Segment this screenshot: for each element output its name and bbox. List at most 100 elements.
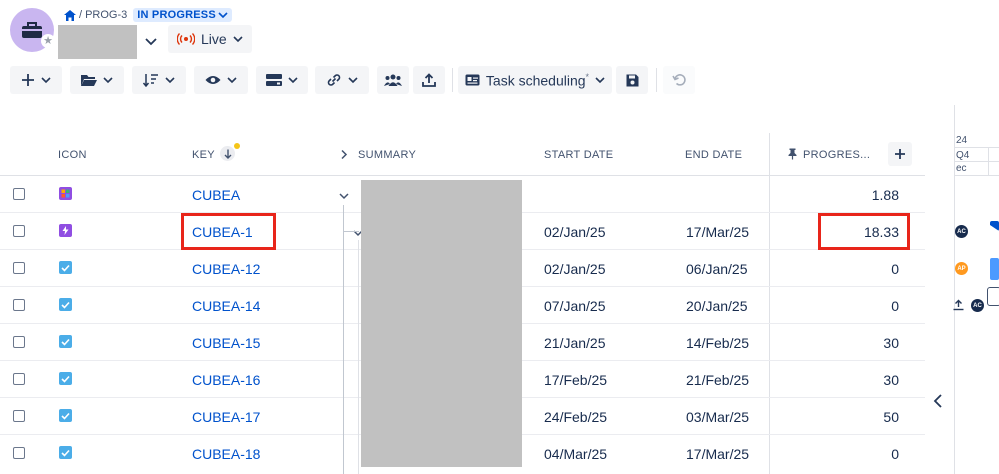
team-button[interactable]: [377, 66, 409, 94]
sort-button[interactable]: [132, 66, 186, 94]
task-type-icon: [59, 446, 72, 459]
end-date-cell: 17/Mar/25: [686, 446, 750, 462]
breadcrumb: / PROG-3 IN PROGRESS: [64, 8, 232, 22]
start-date-cell: 21/Jan/25: [544, 335, 606, 351]
briefcase-icon: [22, 22, 42, 38]
column-header-end-date[interactable]: END DATE: [685, 149, 742, 161]
undo-button[interactable]: [663, 66, 695, 94]
view-selector[interactable]: Task scheduling*: [458, 66, 612, 94]
table-header: ICON KEY SUMMARY START DATE END DATE PRO…: [0, 133, 925, 176]
view-card-icon: [465, 74, 480, 86]
chevron-left-icon[interactable]: [931, 392, 945, 410]
chevron-down-icon: [41, 77, 51, 84]
column-header-icon[interactable]: ICON: [58, 149, 87, 161]
link-button[interactable]: [315, 66, 369, 94]
gantt-grid-line: [955, 147, 999, 148]
home-icon[interactable]: [64, 9, 76, 21]
progress-cell: 30: [883, 372, 899, 388]
progress-cell: 0: [891, 261, 899, 277]
row-checkbox[interactable]: [13, 447, 25, 459]
task-type-icon: [59, 335, 72, 348]
gantt-bar[interactable]: [990, 221, 999, 231]
gantt-milestone-box[interactable]: [987, 287, 999, 306]
row-checkbox[interactable]: [13, 262, 25, 274]
breadcrumb-project-key[interactable]: PROG-3: [85, 9, 127, 21]
issue-key-link[interactable]: CUBEA-14: [192, 298, 260, 314]
view-options-button[interactable]: [194, 66, 248, 94]
star-icon[interactable]: ★: [41, 34, 55, 48]
issue-key-link[interactable]: CUBEA-15: [192, 335, 260, 351]
column-header-summary[interactable]: SUMMARY: [358, 149, 416, 161]
add-button[interactable]: [10, 66, 62, 94]
arrow-down-icon: [224, 149, 231, 159]
gantt-bar[interactable]: [990, 258, 999, 280]
chevron-down-icon: [103, 77, 113, 84]
row-checkbox[interactable]: [13, 410, 25, 422]
upload-icon[interactable]: [953, 299, 964, 311]
export-button[interactable]: [413, 66, 445, 94]
end-date-cell: 21/Feb/25: [686, 372, 750, 388]
toolbar-divider: [452, 68, 453, 92]
undo-icon: [672, 74, 686, 86]
assignee-avatar[interactable]: AP: [955, 262, 968, 275]
status-dropdown[interactable]: IN PROGRESS: [133, 8, 232, 22]
chevron-right-icon[interactable]: [340, 149, 348, 160]
rows-icon: [266, 74, 282, 86]
redacted-summary-column: [361, 180, 522, 467]
start-date-cell: 24/Feb/25: [544, 409, 608, 425]
issue-key-link[interactable]: CUBEA-16: [192, 372, 260, 388]
hierarchy-connector: [343, 231, 359, 232]
add-column-button[interactable]: [888, 142, 912, 166]
assignee-avatar[interactable]: AC: [955, 225, 968, 238]
progress-cell: 0: [891, 446, 899, 462]
row-checkbox[interactable]: [13, 336, 25, 348]
progress-cell: 30: [883, 335, 899, 351]
progress-cell: 0: [891, 298, 899, 314]
chevron-down-icon: [233, 36, 243, 43]
gantt-year: 24: [956, 135, 968, 146]
column-header-progress[interactable]: PROGRES...: [803, 149, 870, 161]
folder-button[interactable]: [70, 66, 124, 94]
issue-key-link[interactable]: CUBEA-18: [192, 446, 260, 462]
plus-icon: [22, 74, 34, 86]
save-button[interactable]: [616, 66, 648, 94]
progress-cell: 1.88: [871, 187, 899, 203]
chevron-down-icon: [227, 77, 237, 84]
gantt-grid-line: [955, 161, 999, 162]
hierarchy-line: [343, 205, 344, 474]
gantt-quarter: Q4: [956, 150, 970, 161]
row-checkbox[interactable]: [13, 225, 25, 237]
live-button[interactable]: Live: [168, 25, 252, 53]
story-type-icon: [59, 224, 72, 237]
gantt-grid-line: [955, 175, 999, 176]
view-modified-marker: *: [585, 71, 590, 82]
chevron-down-icon[interactable]: [339, 192, 349, 200]
row-checkbox[interactable]: [13, 373, 25, 385]
column-header-key[interactable]: KEY: [192, 149, 215, 161]
view-name: Task scheduling*: [486, 72, 589, 89]
assignee-avatar[interactable]: AC: [971, 299, 984, 312]
gantt-grid-line: [988, 147, 989, 175]
start-date-cell: 04/Mar/25: [544, 446, 608, 462]
highlight-box-progress: [818, 213, 910, 250]
epic-type-icon: [59, 187, 72, 200]
progress-cell: 50: [883, 409, 899, 425]
chevron-down-icon: [348, 77, 358, 84]
chevron-down-icon: [165, 77, 175, 84]
column-header-start-date[interactable]: START DATE: [544, 149, 613, 161]
issue-key-link[interactable]: CUBEA-12: [192, 261, 260, 277]
issue-key-link[interactable]: CUBEA-17: [192, 409, 260, 425]
pin-icon[interactable]: [788, 148, 797, 160]
gantt-month: ec: [956, 163, 967, 174]
layout-button[interactable]: [256, 66, 308, 94]
sort-indicator[interactable]: [220, 146, 235, 161]
row-checkbox[interactable]: [13, 299, 25, 311]
sort-icon: [143, 74, 158, 87]
chevron-down-icon: [218, 12, 228, 19]
status-label: IN PROGRESS: [137, 9, 216, 21]
issue-key-link[interactable]: CUBEA: [192, 187, 240, 203]
chevron-down-icon: [595, 77, 605, 84]
chevron-down-icon[interactable]: [143, 33, 159, 49]
row-checkbox[interactable]: [13, 188, 25, 200]
task-type-icon: [59, 409, 72, 422]
